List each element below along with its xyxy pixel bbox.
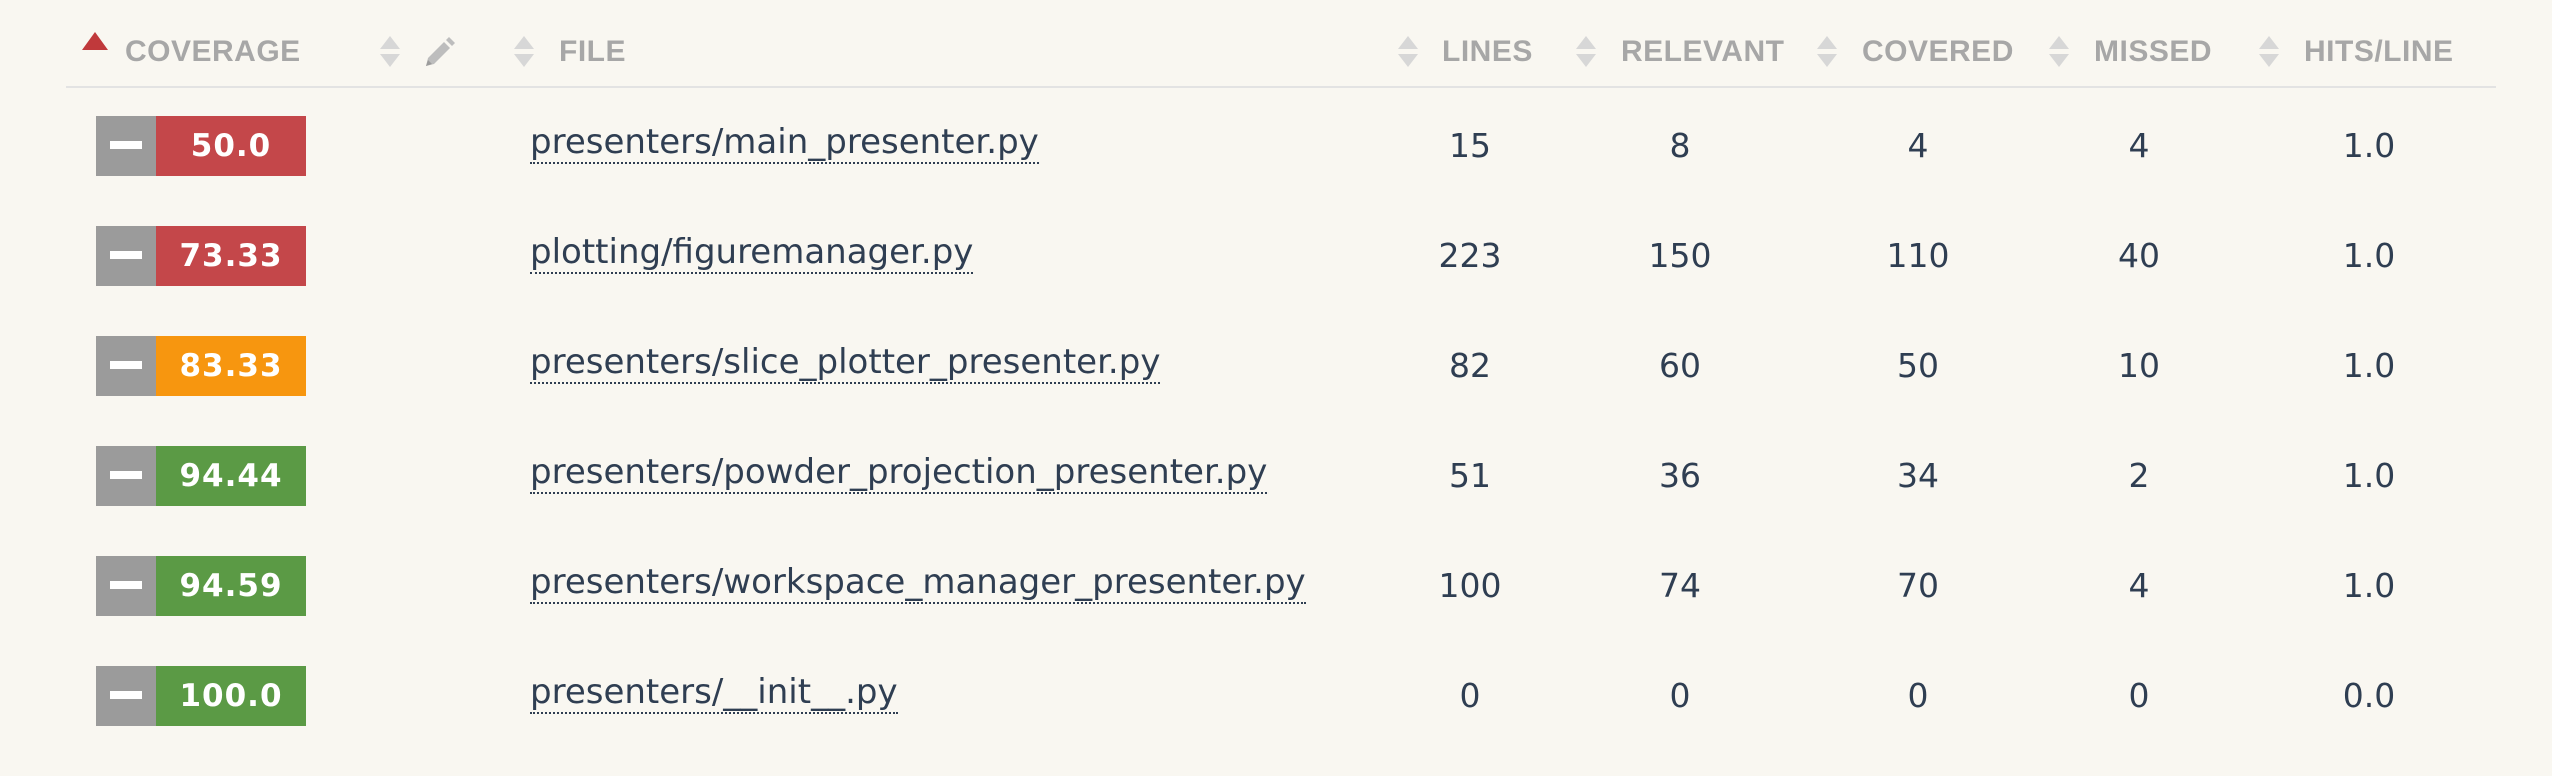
column-header-missed[interactable]: MISSED — [2094, 32, 2212, 72]
relevant-value: 8 — [1669, 126, 1691, 165]
lines-value: 51 — [1449, 456, 1491, 495]
sort-icon[interactable] — [2049, 32, 2069, 72]
missed-value: 4 — [2128, 126, 2150, 165]
lines-value: 82 — [1449, 346, 1491, 385]
table-row: 73.33 plotting/figuremanager.py 223 150 … — [66, 226, 2496, 336]
covered-value: 110 — [1886, 236, 1950, 275]
collapse-toggle-button[interactable] — [96, 226, 156, 286]
relevant-value: 60 — [1659, 346, 1701, 385]
collapse-toggle-button[interactable] — [96, 446, 156, 506]
coverage-badge: 73.33 — [96, 226, 306, 286]
file-link[interactable]: plotting/figuremanager.py — [530, 232, 974, 274]
table-row: 94.44 presenters/powder_projection_prese… — [66, 446, 2496, 556]
sort-icon[interactable] — [514, 32, 534, 72]
sort-icon[interactable] — [1576, 32, 1596, 72]
coverage-percent: 94.44 — [156, 446, 306, 506]
lines-value: 0 — [1459, 676, 1481, 715]
relevant-value: 0 — [1669, 676, 1691, 715]
covered-value: 70 — [1897, 566, 1939, 605]
covered-value: 50 — [1897, 346, 1939, 385]
covered-value: 34 — [1897, 456, 1939, 495]
hits-per-line-value: 0.0 — [2342, 676, 2396, 715]
coverage-percent: 94.59 — [156, 556, 306, 616]
sort-ascending-icon[interactable] — [82, 32, 108, 50]
coverage-percent: 100.0 — [156, 666, 306, 726]
coverage-percent: 50.0 — [156, 116, 306, 176]
hits-per-line-value: 1.0 — [2342, 236, 2396, 275]
hits-per-line-value: 1.0 — [2342, 456, 2396, 495]
relevant-value: 36 — [1659, 456, 1701, 495]
missed-value: 2 — [2128, 456, 2150, 495]
sort-icon[interactable] — [1817, 32, 1837, 72]
column-header-relevant[interactable]: RELEVANT — [1621, 32, 1784, 72]
file-link[interactable]: presenters/workspace_manager_presenter.p… — [530, 562, 1306, 604]
file-link[interactable]: presenters/slice_plotter_presenter.py — [530, 342, 1161, 384]
column-header-covered[interactable]: COVERED — [1862, 32, 2014, 72]
collapse-toggle-button[interactable] — [96, 556, 156, 616]
column-header-hits-per-line[interactable]: HITS/LINE — [2304, 32, 2454, 72]
relevant-value: 74 — [1659, 566, 1701, 605]
collapse-toggle-button[interactable] — [96, 666, 156, 726]
file-link[interactable]: presenters/main_presenter.py — [530, 122, 1039, 164]
hits-per-line-value: 1.0 — [2342, 346, 2396, 385]
lines-value: 100 — [1438, 566, 1502, 605]
coverage-badge: 94.59 — [96, 556, 306, 616]
relevant-value: 150 — [1648, 236, 1712, 275]
sort-icon[interactable] — [2259, 32, 2279, 72]
coverage-badge: 83.33 — [96, 336, 306, 396]
collapse-toggle-button[interactable] — [96, 336, 156, 396]
lines-value: 15 — [1449, 126, 1491, 165]
column-header-lines[interactable]: LINES — [1442, 32, 1533, 72]
hits-per-line-value: 1.0 — [2342, 566, 2396, 605]
column-header-coverage[interactable]: COVERAGE — [125, 32, 301, 72]
missed-value: 4 — [2128, 566, 2150, 605]
missed-value: 40 — [2118, 236, 2160, 275]
sort-icon[interactable] — [1398, 32, 1418, 72]
lines-value: 223 — [1438, 236, 1502, 275]
coverage-percent: 83.33 — [156, 336, 306, 396]
table-row: 100.0 presenters/__init__.py 0 0 0 0 0.0 — [66, 666, 2496, 776]
covered-value: 4 — [1907, 126, 1929, 165]
missed-value: 10 — [2118, 346, 2160, 385]
coverage-badge: 50.0 — [96, 116, 306, 176]
coverage-percent: 73.33 — [156, 226, 306, 286]
table-row: 50.0 presenters/main_presenter.py 15 8 4… — [66, 116, 2496, 226]
coverage-badge: 100.0 — [96, 666, 306, 726]
table-header: COVERAGE FILE LINES RELEVANT COVERED MIS… — [66, 0, 2496, 88]
file-link[interactable]: presenters/__init__.py — [530, 672, 898, 714]
covered-value: 0 — [1907, 676, 1929, 715]
sort-icon[interactable] — [380, 32, 400, 72]
table-row: 83.33 presenters/slice_plotter_presenter… — [66, 336, 2496, 446]
hits-per-line-value: 1.0 — [2342, 126, 2396, 165]
column-header-file[interactable]: FILE — [559, 32, 626, 72]
missed-value: 0 — [2128, 676, 2150, 715]
table-row: 94.59 presenters/workspace_manager_prese… — [66, 556, 2496, 666]
pencil-icon[interactable] — [422, 36, 456, 70]
collapse-toggle-button[interactable] — [96, 116, 156, 176]
file-link[interactable]: presenters/powder_projection_presenter.p… — [530, 452, 1268, 494]
coverage-table: COVERAGE FILE LINES RELEVANT COVERED MIS… — [66, 0, 2496, 726]
coverage-badge: 94.44 — [96, 446, 306, 506]
